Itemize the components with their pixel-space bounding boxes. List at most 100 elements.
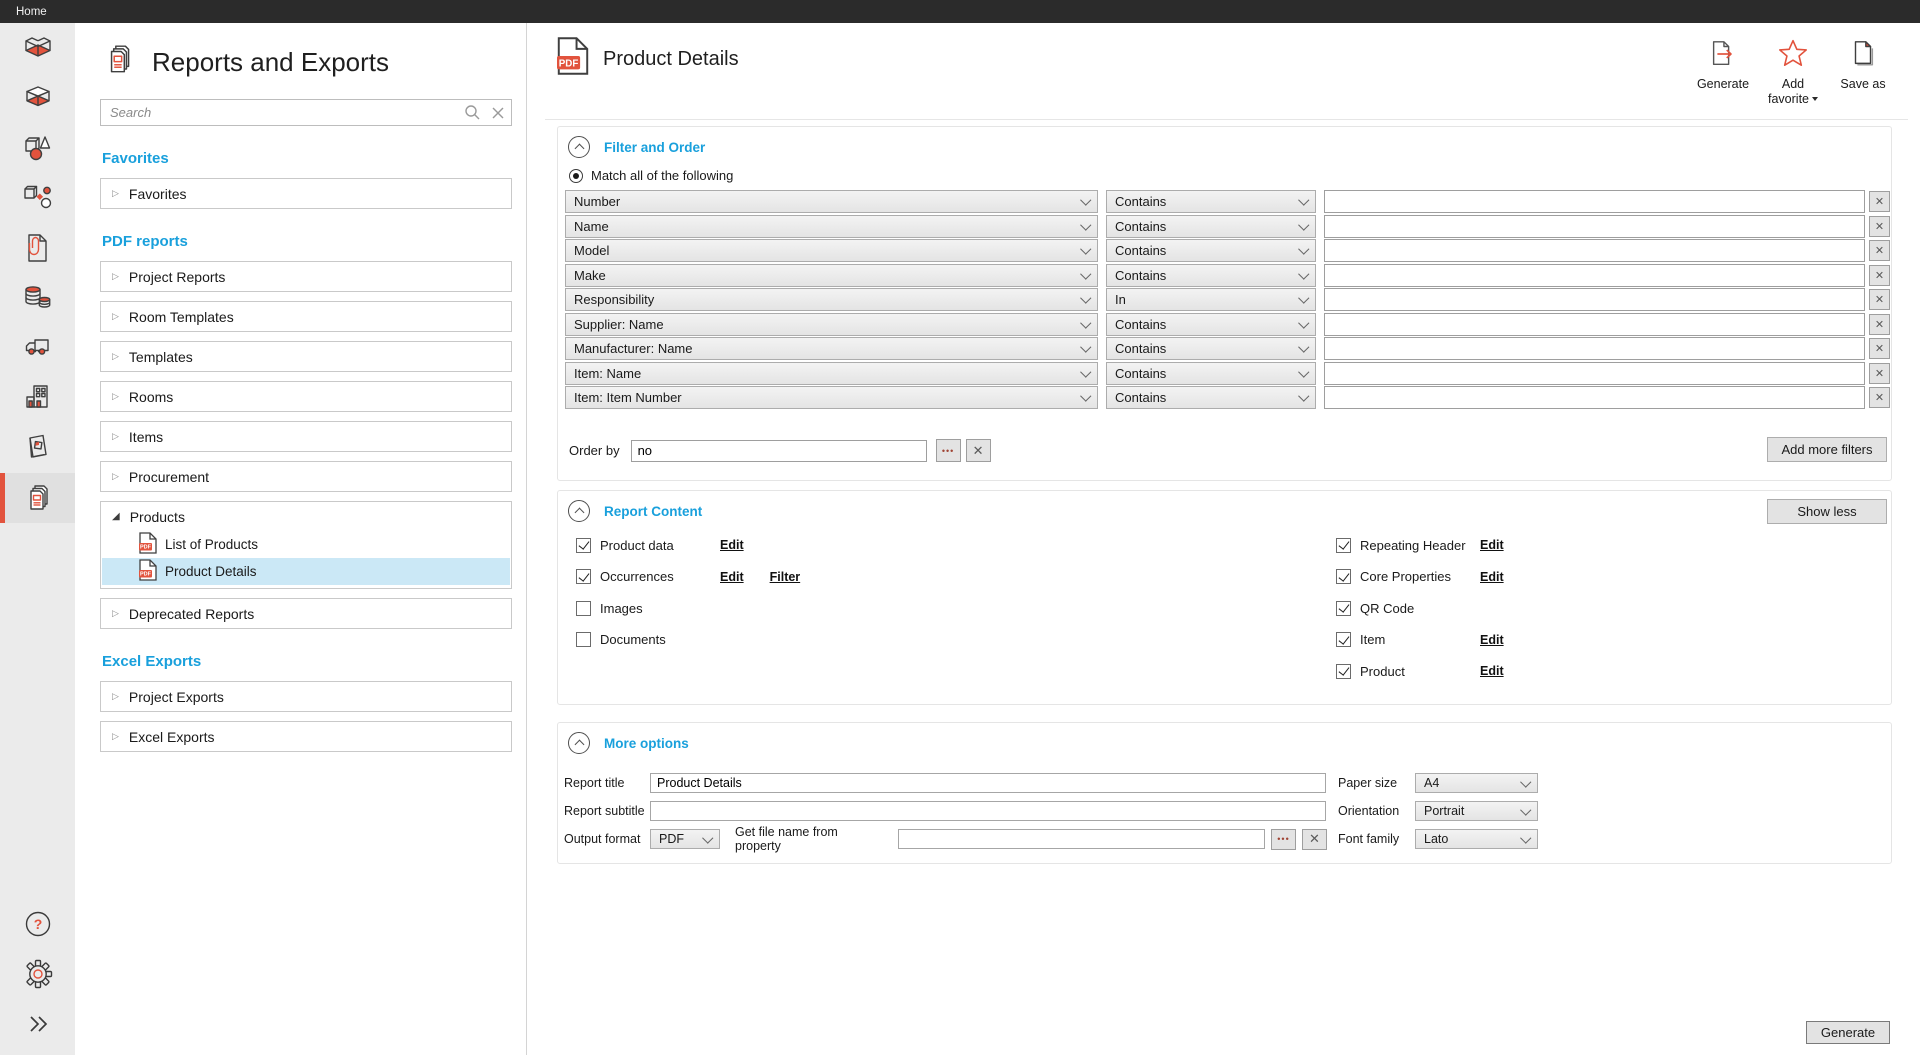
orientation-select[interactable]: Portrait (1415, 801, 1538, 821)
font-family-select[interactable]: Lato (1415, 829, 1538, 849)
remove-filter-icon[interactable] (1869, 240, 1890, 261)
filter-value-input[interactable] (1324, 264, 1865, 287)
rail-item-expand[interactable] (0, 999, 75, 1049)
add-favorite-button[interactable]: Add favorite (1764, 38, 1822, 106)
filter-field-select[interactable]: Manufacturer: Name (565, 337, 1098, 360)
expander-collapsed-icon[interactable]: ▷ (112, 272, 119, 281)
rail-item-products[interactable] (0, 173, 75, 223)
rail-item-product-catalog[interactable] (0, 423, 75, 473)
file-name-clear-icon[interactable] (1302, 829, 1327, 850)
sidebar-item-room-templates[interactable]: ▷Room Templates (100, 301, 512, 332)
filter-operator-select[interactable]: Contains (1106, 337, 1316, 360)
edit-link[interactable]: Edit (720, 570, 744, 584)
remove-filter-icon[interactable] (1869, 387, 1890, 408)
generate-footer-button[interactable]: Generate (1806, 1021, 1890, 1044)
filter-operator-select[interactable]: Contains (1106, 239, 1316, 262)
expander-expanded-icon[interactable]: ◢ (112, 512, 120, 522)
filter-value-input[interactable] (1324, 215, 1865, 238)
qr-code-checkbox[interactable] (1336, 601, 1351, 616)
product-data-checkbox[interactable] (576, 538, 591, 553)
rail-item-reports[interactable] (0, 473, 75, 523)
occurrences-checkbox[interactable] (576, 569, 591, 584)
remove-filter-icon[interactable] (1869, 265, 1890, 286)
filter-field-select[interactable]: Responsibility (565, 288, 1098, 311)
filter-field-select[interactable]: Name (565, 215, 1098, 238)
search-icon[interactable] (459, 100, 485, 125)
collapse-section-icon[interactable] (568, 136, 590, 158)
order-by-input[interactable] (631, 440, 927, 462)
rail-item-attachments[interactable] (0, 223, 75, 273)
sidebar-item-procurement[interactable]: ▷Procurement (100, 461, 512, 492)
filter-field-select[interactable]: Make (565, 264, 1098, 287)
filter-field-select[interactable]: Supplier: Name (565, 313, 1098, 336)
filter-value-input[interactable] (1324, 313, 1865, 336)
documents-checkbox[interactable] (576, 632, 591, 647)
sidebar-item-products-header[interactable]: ◢Products (101, 502, 511, 531)
product-checkbox[interactable] (1336, 664, 1351, 679)
filter-value-input[interactable] (1324, 190, 1865, 213)
filter-operator-select[interactable]: Contains (1106, 313, 1316, 336)
sidebar-item-project-reports[interactable]: ▷Project Reports (100, 261, 512, 292)
expander-collapsed-icon[interactable]: ▷ (112, 609, 119, 618)
home-menu[interactable]: Home (16, 6, 47, 18)
edit-link[interactable]: Edit (720, 538, 744, 552)
rail-item-company[interactable] (0, 373, 75, 423)
filter-operator-select[interactable]: Contains (1106, 190, 1316, 213)
filter-field-select[interactable]: Item: Item Number (565, 386, 1098, 409)
report-title-input[interactable] (650, 773, 1326, 793)
rail-item-rooms[interactable] (0, 23, 75, 73)
add-more-filters-button[interactable]: Add more filters (1767, 437, 1887, 462)
expander-collapsed-icon[interactable]: ▷ (112, 312, 119, 321)
filter-value-input[interactable] (1324, 288, 1865, 311)
sidebar-item-items[interactable]: ▷Items (100, 421, 512, 452)
sidebar-item-rooms[interactable]: ▷Rooms (100, 381, 512, 412)
rail-item-room-templates[interactable] (0, 73, 75, 123)
sidebar-item-excel-exports[interactable]: ▷Excel Exports (100, 721, 512, 752)
edit-link[interactable]: Edit (1480, 538, 1504, 552)
show-less-button[interactable]: Show less (1767, 499, 1887, 524)
order-by-browse-icon[interactable] (936, 439, 961, 462)
filter-link[interactable]: Filter (770, 570, 801, 584)
remove-filter-icon[interactable] (1869, 216, 1890, 237)
filter-value-input[interactable] (1324, 337, 1865, 360)
expander-collapsed-icon[interactable]: ▷ (112, 392, 119, 401)
collapse-section-icon[interactable] (568, 732, 590, 754)
expander-collapsed-icon[interactable]: ▷ (112, 732, 119, 741)
item-checkbox[interactable] (1336, 632, 1351, 647)
output-format-select[interactable]: PDF (650, 829, 720, 849)
generate-button[interactable]: Generate (1694, 38, 1752, 106)
core-properties-checkbox[interactable] (1336, 569, 1351, 584)
rail-item-procurement[interactable] (0, 323, 75, 373)
expander-collapsed-icon[interactable]: ▷ (112, 189, 119, 198)
filter-field-select[interactable]: Item: Name (565, 362, 1098, 385)
edit-link[interactable]: Edit (1480, 633, 1504, 647)
rail-item-settings[interactable] (0, 949, 75, 999)
collapse-section-icon[interactable] (568, 500, 590, 522)
file-name-browse-icon[interactable] (1271, 829, 1296, 850)
sidebar-child-product-details[interactable]: PDF Product Details (102, 558, 510, 585)
expander-collapsed-icon[interactable]: ▷ (112, 352, 119, 361)
edit-link[interactable]: Edit (1480, 664, 1504, 678)
sidebar-item-project-exports[interactable]: ▷Project Exports (100, 681, 512, 712)
repeating-header-checkbox[interactable] (1336, 538, 1351, 553)
remove-filter-icon[interactable] (1869, 314, 1890, 335)
filter-value-input[interactable] (1324, 239, 1865, 262)
images-checkbox[interactable] (576, 601, 591, 616)
filter-operator-select[interactable]: Contains (1106, 386, 1316, 409)
expander-collapsed-icon[interactable]: ▷ (112, 472, 119, 481)
save-as-button[interactable]: Save as (1834, 38, 1892, 106)
remove-filter-icon[interactable] (1869, 289, 1890, 310)
filter-operator-select[interactable]: Contains (1106, 264, 1316, 287)
filter-value-input[interactable] (1324, 386, 1865, 409)
rail-item-help[interactable]: ? (0, 899, 75, 949)
filter-field-select[interactable]: Number (565, 190, 1098, 213)
search-clear-icon[interactable] (485, 100, 511, 125)
filter-operator-select[interactable]: Contains (1106, 215, 1316, 238)
expander-collapsed-icon[interactable]: ▷ (112, 692, 119, 701)
remove-filter-icon[interactable] (1869, 191, 1890, 212)
filter-operator-select[interactable]: In (1106, 288, 1316, 311)
rail-item-finance[interactable] (0, 273, 75, 323)
filter-field-select[interactable]: Model (565, 239, 1098, 262)
sidebar-item-favorites[interactable]: ▷Favorites (100, 178, 512, 209)
file-name-property-input[interactable] (898, 829, 1265, 849)
